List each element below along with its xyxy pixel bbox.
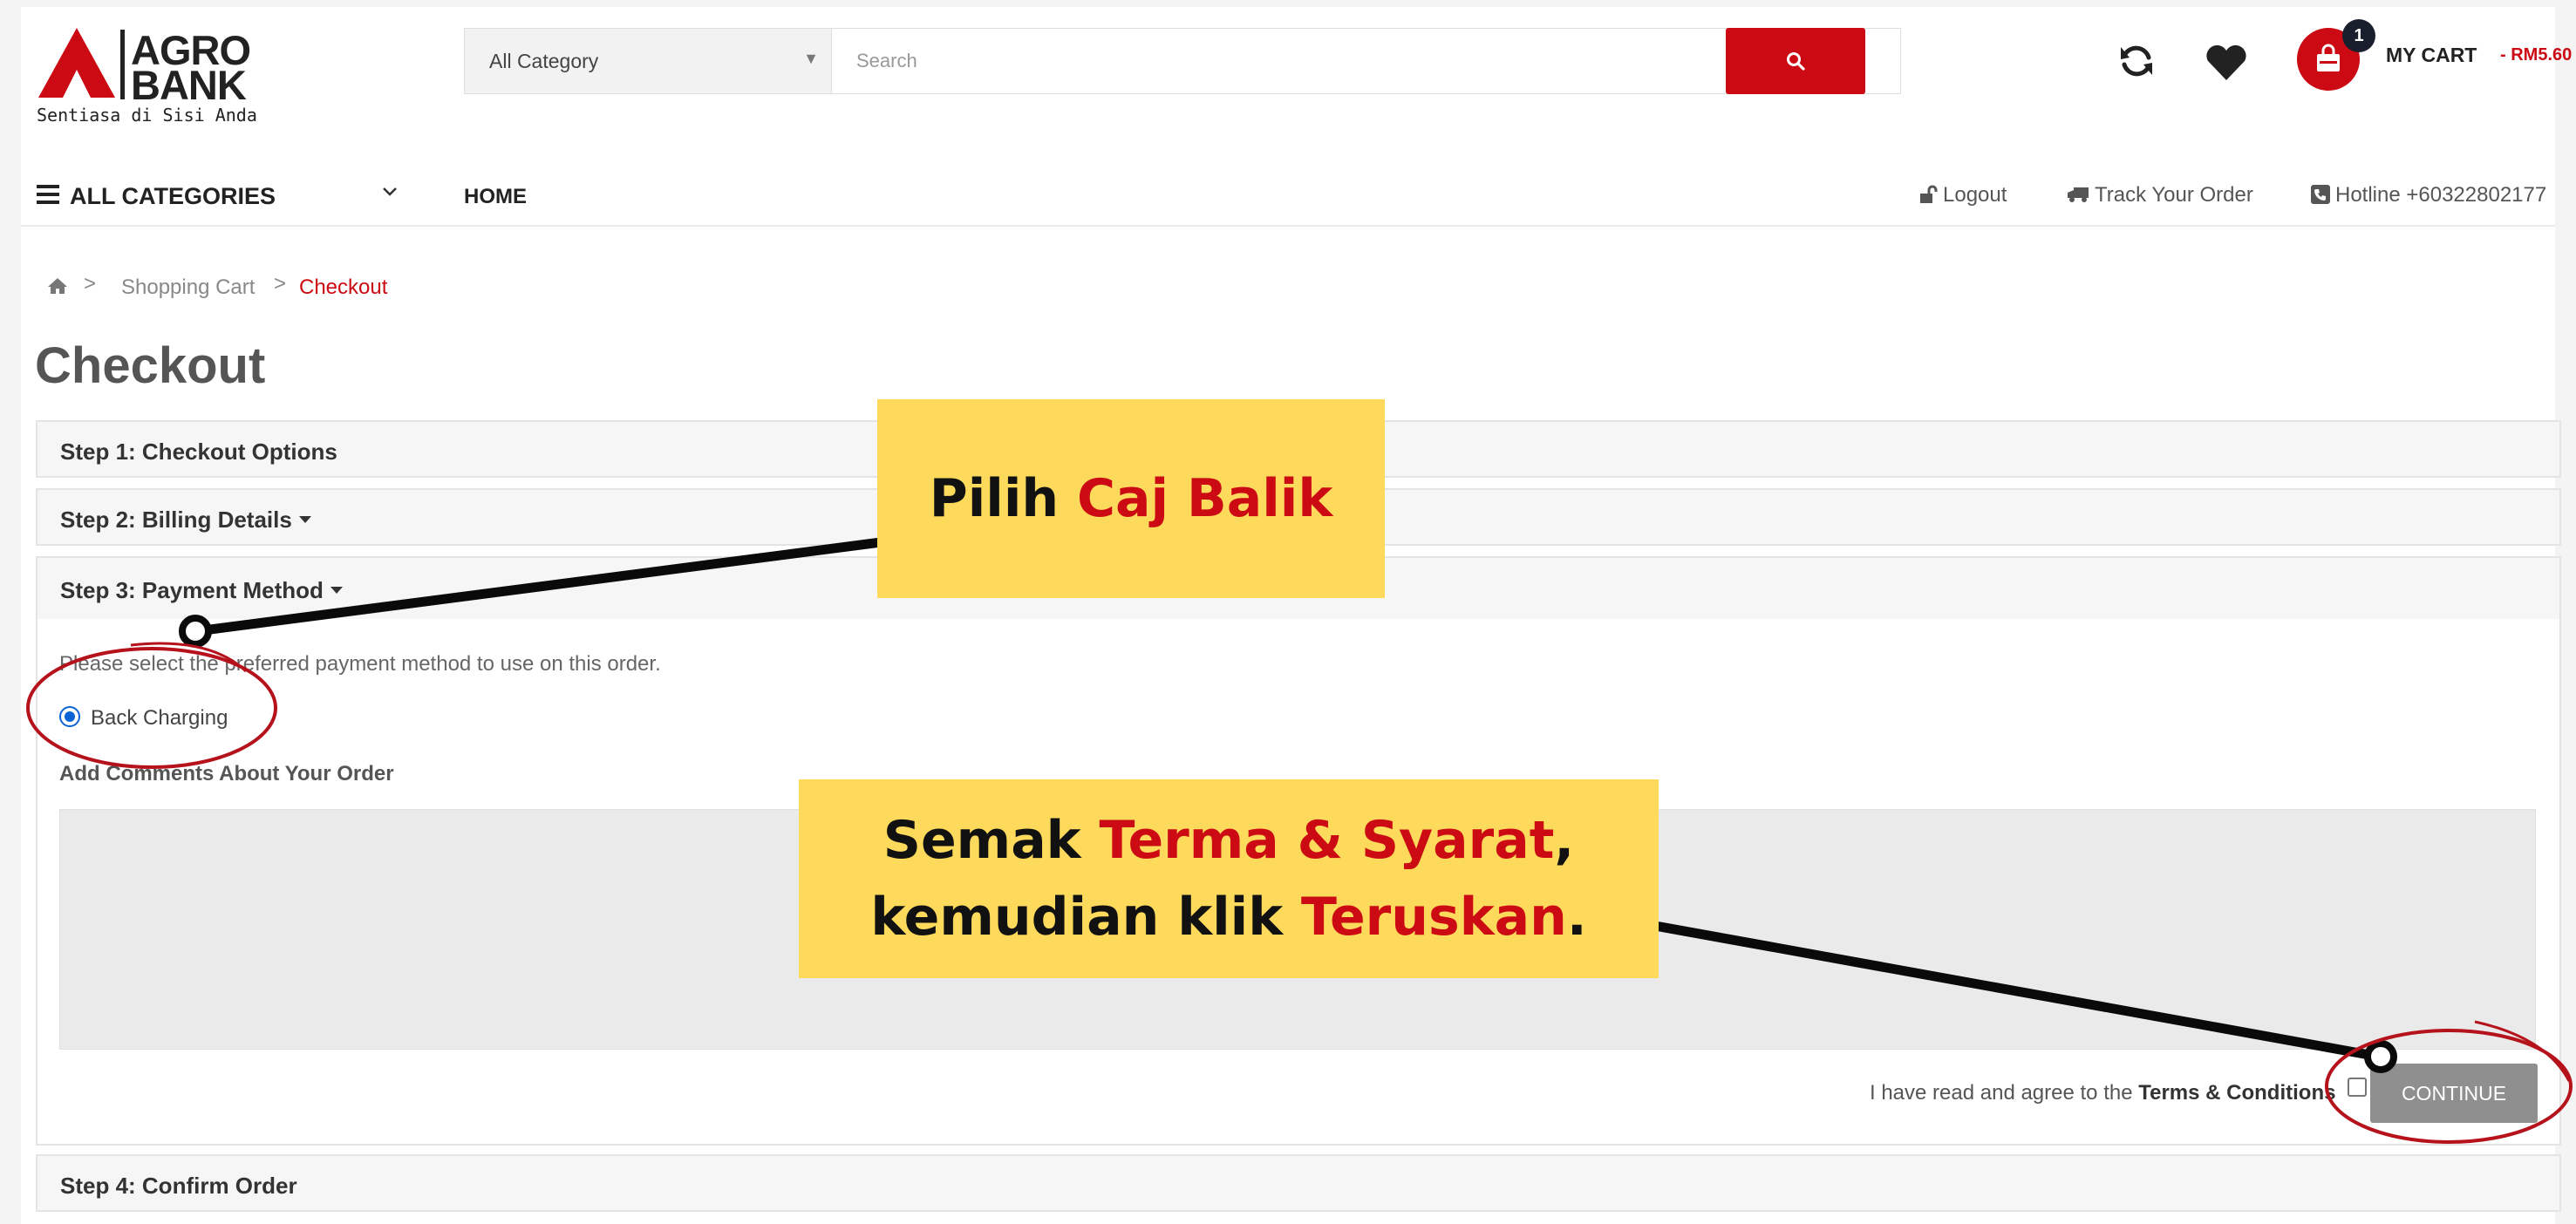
category-select[interactable]: All Category ▼ <box>465 29 832 93</box>
search-button[interactable] <box>1726 28 1865 94</box>
hotline-label: Hotline +60322802177 <box>2335 183 2547 207</box>
agrobank-logo[interactable]: AGRO BANK Sentiasa di Sisi Anda <box>37 26 281 131</box>
search-icon <box>1787 52 1805 71</box>
truck-icon <box>2068 187 2089 202</box>
callout1-plain: Pilih <box>929 468 1078 529</box>
logo-word-2: BANK <box>131 62 247 108</box>
track-order-label: Track Your Order <box>2095 183 2253 207</box>
callout2-line1-highlight: Terma & Syarat <box>1099 810 1555 871</box>
breadcrumb-separator: > <box>84 272 97 296</box>
breadcrumb-checkout: Checkout <box>299 275 388 299</box>
caret-down-icon <box>298 516 311 524</box>
search-input[interactable] <box>832 29 1726 93</box>
step-2-label: Step 2: Billing Details <box>60 507 292 533</box>
page: AGRO BANK Sentiasa di Sisi Anda All Cate… <box>21 7 2572 1224</box>
payment-radio[interactable] <box>59 706 80 727</box>
all-categories-menu[interactable]: ALL CATEGORIES <box>37 178 403 221</box>
logo-tagline: Sentiasa di Sisi Anda <box>37 105 257 126</box>
nav-home-link[interactable]: HOME <box>464 185 527 209</box>
home-icon[interactable] <box>47 277 68 295</box>
phone-square-icon <box>2311 184 2330 204</box>
callout2-line1-plain: Semak <box>883 810 1100 871</box>
callout2-line1-end: , <box>1554 810 1575 871</box>
category-select-value: All Category <box>489 50 599 72</box>
heart-icon[interactable] <box>2205 44 2248 82</box>
menu-icon <box>37 185 59 204</box>
shopping-bag-icon <box>2317 44 2340 71</box>
page-title: Checkout <box>35 337 266 394</box>
refresh-icon[interactable] <box>2117 42 2156 80</box>
step-4-label: Step 4: Confirm Order <box>60 1173 297 1199</box>
callout-terms-continue: Semak Terma & Syarat, kemudian klik Terus… <box>799 779 1659 978</box>
logo-mark-icon <box>38 28 115 98</box>
terms-link[interactable]: Terms & Conditions <box>2138 1081 2335 1105</box>
callout2-line2-end: . <box>1566 887 1587 948</box>
hotline-link[interactable]: Hotline +60322802177 <box>2311 183 2546 207</box>
caret-down-icon <box>330 587 343 595</box>
terms-checkbox[interactable] <box>2348 1078 2367 1097</box>
chevron-down-icon <box>383 187 397 196</box>
breadcrumb-shopping-cart[interactable]: Shopping Cart <box>121 275 255 300</box>
logout-label: Logout <box>1943 183 2007 207</box>
unlock-icon <box>1920 185 1938 203</box>
caret-down-icon: ▼ <box>803 50 819 67</box>
payment-option-label: Back Charging <box>91 706 228 730</box>
terms-prefix: I have read and agree to the <box>1870 1081 2139 1105</box>
logo-divider <box>120 30 125 99</box>
track-order-link[interactable]: Track Your Order <box>2067 183 2253 207</box>
search-bar: All Category ▼ <box>464 28 1901 94</box>
callout-select-payment: Pilih Caj Balik <box>877 399 1385 598</box>
cart-amount: - RM5.60 <box>2500 45 2573 65</box>
header-divider <box>21 225 2555 227</box>
step-4-confirm-order[interactable]: Step 4: Confirm Order <box>36 1154 2561 1212</box>
cart-label[interactable]: MY CART <box>2386 44 2477 67</box>
callout1-highlight: Caj Balik <box>1077 468 1333 529</box>
comments-label: Add Comments About Your Order <box>59 762 394 785</box>
logout-link[interactable]: Logout <box>1918 183 2007 207</box>
callout2-line2-plain: kemudian klik <box>870 887 1302 948</box>
all-categories-label: ALL CATEGORIES <box>70 183 276 209</box>
terms-agreement: I have read and agree to the Terms & Con… <box>1870 1081 2335 1105</box>
step-1-label: Step 1: Checkout Options <box>60 439 337 465</box>
breadcrumb-separator: > <box>274 272 287 296</box>
payment-help-text: Please select the preferred payment meth… <box>59 652 661 676</box>
continue-button[interactable]: CONTINUE <box>2370 1064 2538 1123</box>
step-3-label: Step 3: Payment Method <box>60 577 324 603</box>
callout2-line2-highlight: Teruskan <box>1301 887 1567 948</box>
cart-count-badge: 1 <box>2342 19 2375 52</box>
